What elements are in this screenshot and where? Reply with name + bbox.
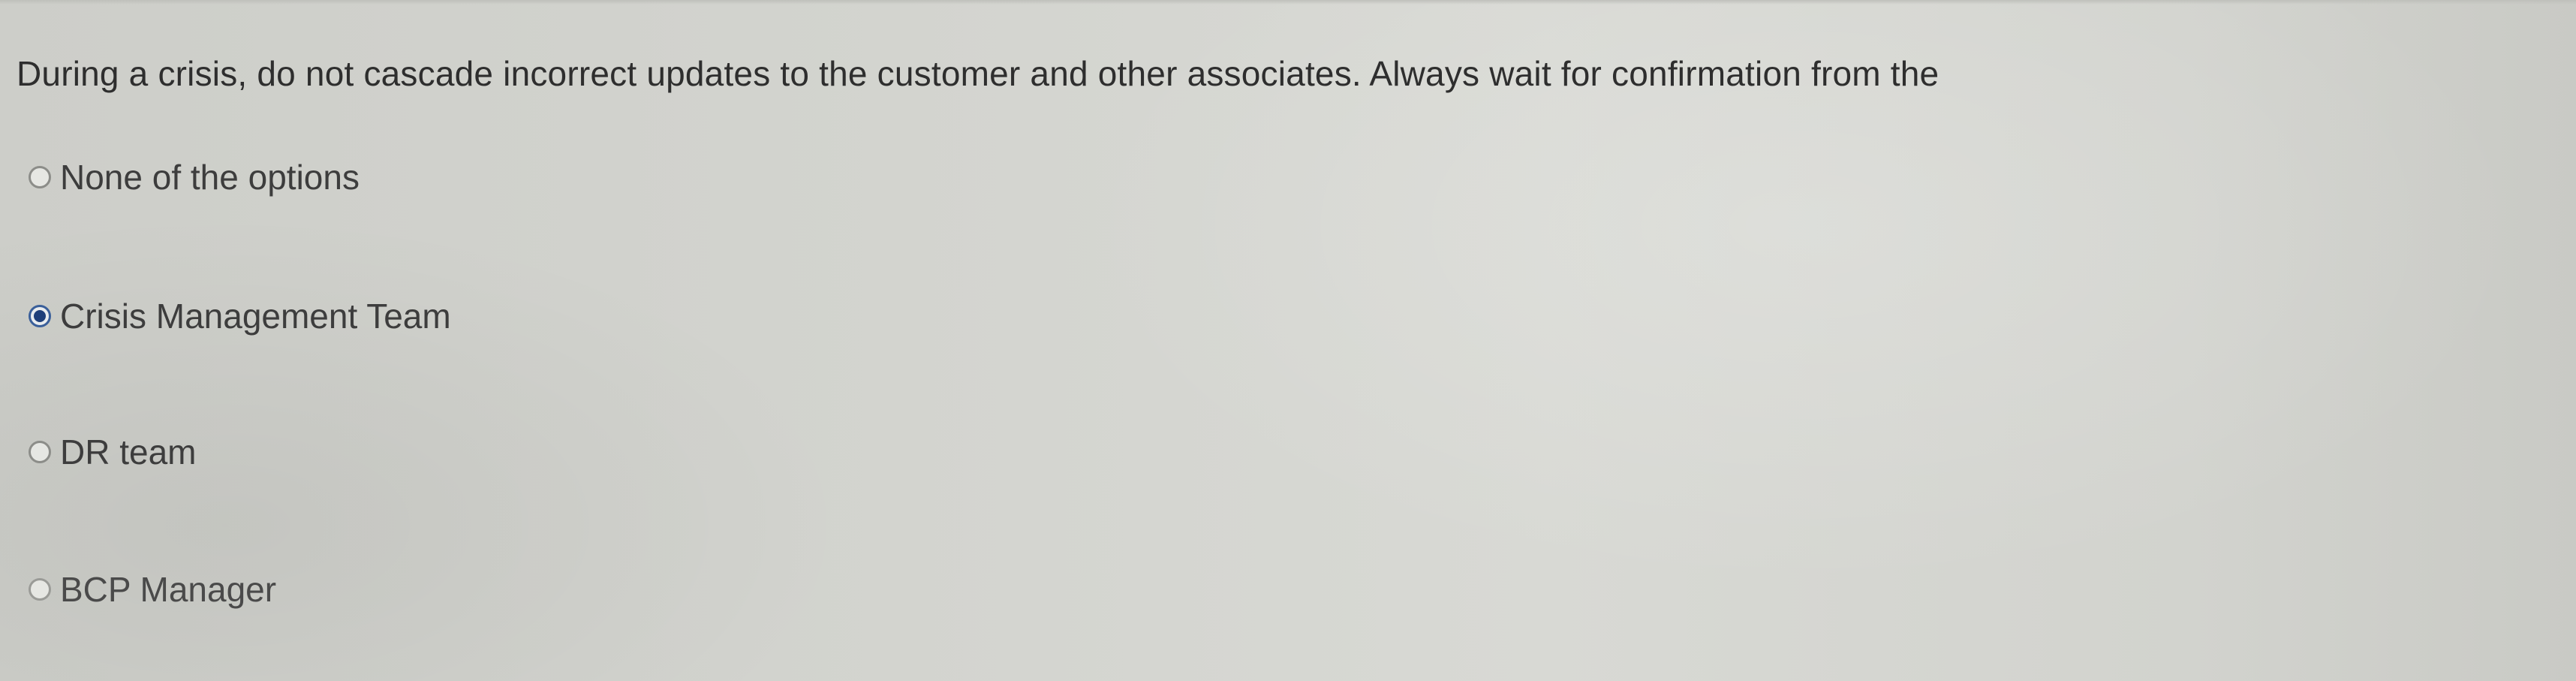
option-label: None of the options	[60, 158, 360, 197]
option-label: Crisis Management Team	[60, 297, 451, 336]
option-bcp-manager[interactable]: BCP Manager	[29, 568, 276, 610]
option-none-of-the-options[interactable]: None of the options	[29, 156, 360, 198]
radio-dot-icon	[34, 310, 46, 322]
radio-button-icon[interactable]	[29, 441, 51, 463]
top-border	[0, 0, 2576, 5]
radio-button-icon[interactable]	[29, 578, 51, 601]
option-label: BCP Manager	[60, 570, 277, 609]
radio-button-icon[interactable]	[29, 166, 51, 188]
option-label: DR team	[60, 432, 197, 472]
option-crisis-management-team[interactable]: Crisis Management Team	[29, 295, 451, 337]
radio-button-selected-icon[interactable]	[29, 305, 51, 327]
question-text: During a crisis, do not cascade incorrec…	[17, 54, 1940, 93]
option-dr-team[interactable]: DR team	[29, 431, 196, 473]
